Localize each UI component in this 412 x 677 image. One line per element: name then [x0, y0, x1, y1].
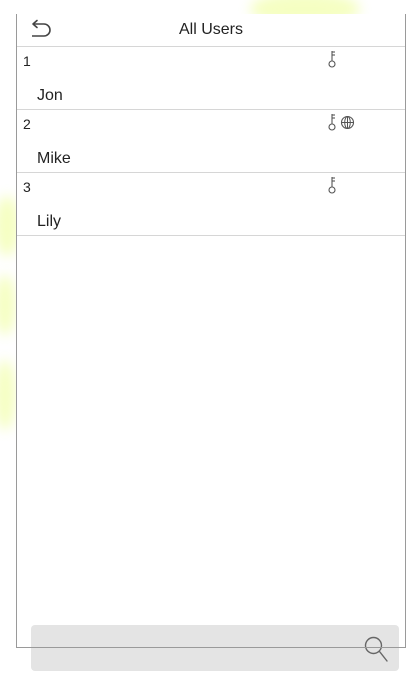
watermark-wash: [0, 360, 16, 430]
header-bar: All Users: [17, 14, 405, 47]
password-key-icon: [327, 50, 337, 68]
search-bar[interactable]: [31, 625, 399, 671]
verification-icons: [327, 49, 337, 69]
face-icon: [340, 115, 355, 130]
verification-icons: [327, 175, 337, 195]
page-title: All Users: [178, 21, 243, 38]
user-list: 1 Jon 2 Mike 3 Lily: [17, 47, 405, 236]
verification-icons: [327, 112, 355, 132]
user-id: 3: [23, 179, 31, 195]
screen: All Users 1 Jon 2 Mike 3 Lily: [0, 0, 412, 677]
user-name: Mike: [37, 150, 71, 167]
user-name: Lily: [37, 213, 62, 230]
user-name: Jon: [37, 87, 63, 104]
user-row[interactable]: 3 Lily: [17, 173, 405, 236]
user-id: 2: [23, 116, 31, 132]
watermark-wash: [0, 275, 16, 335]
search-icon[interactable]: [363, 635, 389, 663]
user-id: 1: [23, 53, 31, 69]
password-key-icon: [327, 113, 337, 131]
user-row[interactable]: 1 Jon: [17, 47, 405, 110]
password-key-icon: [327, 176, 337, 194]
search-input[interactable]: [39, 633, 343, 665]
frame-bottom-border: [16, 647, 406, 648]
user-row[interactable]: 2 Mike: [17, 110, 405, 173]
device-frame: All Users 1 Jon 2 Mike 3 Lily: [16, 14, 406, 671]
